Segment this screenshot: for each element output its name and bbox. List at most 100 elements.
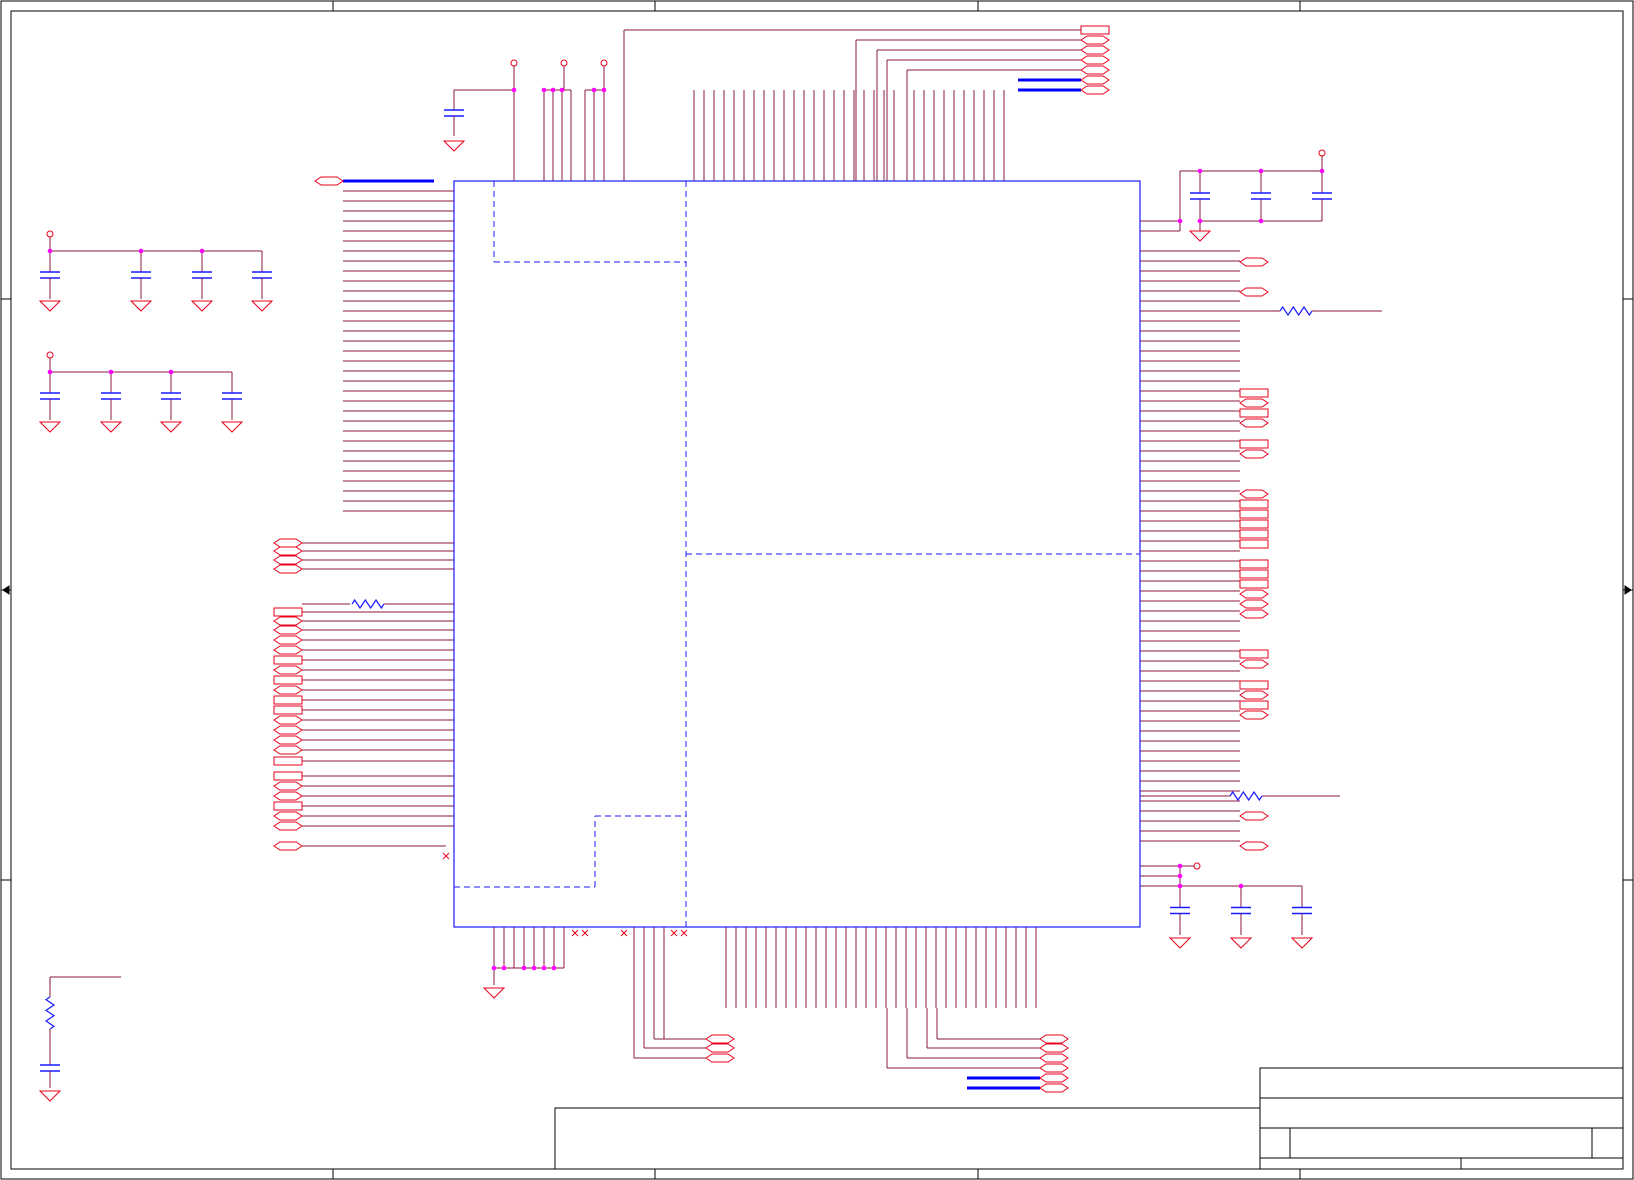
- net-port-icon: [1239, 398, 1269, 408]
- sheet-frame: [0, 0, 1634, 1180]
- ground-icon: [1188, 230, 1212, 242]
- junction-dot: [1177, 883, 1183, 889]
- resistor-icon: [1229, 790, 1263, 802]
- net-port-icon: [1039, 1034, 1069, 1044]
- net-port-icon: [314, 176, 344, 186]
- junction-dot: [521, 965, 527, 971]
- net-port-icon: [273, 655, 303, 665]
- net-port-icon: [273, 781, 303, 791]
- net-port-icon: [1239, 408, 1269, 418]
- power-port-icon: [560, 59, 568, 67]
- net-port-icon: [1239, 287, 1269, 297]
- title-box: [1259, 1067, 1624, 1170]
- ground-icon: [250, 300, 274, 312]
- resistor-icon: [44, 996, 56, 1030]
- net-port-icon: [273, 705, 303, 715]
- net-port-icon: [1239, 449, 1269, 459]
- net-port-icon: [273, 616, 303, 626]
- net-port-icon: [1080, 25, 1110, 35]
- ground-icon: [38, 421, 62, 433]
- net-port-icon: [1239, 649, 1269, 659]
- net-port-icon: [1239, 589, 1269, 599]
- junction-dot: [1177, 863, 1183, 869]
- net-port-icon: [273, 841, 303, 851]
- net-port-icon: [273, 791, 303, 801]
- junction-dot: [559, 87, 565, 93]
- net-port-icon: [1080, 85, 1110, 95]
- net-port-icon: [273, 771, 303, 781]
- net-ports: [273, 25, 1269, 1093]
- schematic-canvas: [0, 0, 1634, 1180]
- net-port-icon: [273, 685, 303, 695]
- net-port-icon: [273, 801, 303, 811]
- power-port-icon: [46, 230, 54, 238]
- resistor-icon: [1279, 305, 1313, 317]
- net-port-icon: [273, 695, 303, 705]
- net-port-icon: [1239, 529, 1269, 539]
- ground-icon: [159, 421, 183, 433]
- net-port-icon: [1239, 539, 1269, 549]
- power-port-icon: [1318, 149, 1326, 157]
- ground-icon: [190, 300, 214, 312]
- net-port-icon: [273, 645, 303, 655]
- inner-border: [10, 10, 1624, 1170]
- net-port-icon: [1239, 499, 1269, 509]
- power-port-icon: [600, 59, 608, 67]
- net-port-icon: [1239, 418, 1269, 428]
- net-port-icon: [273, 555, 303, 565]
- net-port-icon: [273, 665, 303, 675]
- ground-icon: [1229, 937, 1253, 949]
- net-port-icon: [1239, 257, 1269, 267]
- net-port-icon: [1039, 1073, 1069, 1083]
- net-port-icon: [1239, 559, 1269, 569]
- net-port-icon: [273, 625, 303, 635]
- ground-icon: [38, 1090, 62, 1102]
- net-port-icon: [1239, 599, 1269, 609]
- net-port-icon: [1080, 65, 1110, 75]
- net-port-icon: [273, 635, 303, 645]
- net-port-icon: [273, 564, 303, 574]
- junction-dot: [1258, 218, 1264, 224]
- net-port-icon: [1239, 519, 1269, 529]
- net-port-icon: [1239, 680, 1269, 690]
- ground-icon: [482, 987, 506, 999]
- net-port-icon: [1080, 55, 1110, 65]
- net-port-icon: [1239, 439, 1269, 449]
- ground-icon: [38, 300, 62, 312]
- net-port-icon: [1039, 1083, 1069, 1093]
- ground-icon: [442, 140, 466, 152]
- net-port-icon: [1239, 700, 1269, 710]
- center-marker-right: [1624, 585, 1632, 595]
- junction-dots: [47, 87, 1325, 971]
- resistor-icon: [351, 598, 385, 610]
- power-port-icon: [510, 59, 518, 67]
- junction-dot: [138, 248, 144, 254]
- net-port-icon: [273, 675, 303, 685]
- junction-dot: [531, 965, 537, 971]
- junction-dot: [541, 87, 547, 93]
- net-port-icon: [273, 546, 303, 556]
- ground-icon: [129, 300, 153, 312]
- main-ic[interactable]: [453, 180, 1141, 928]
- net-port-icon: [1039, 1053, 1069, 1063]
- junction-dot: [591, 87, 597, 93]
- net-port-icon: [1239, 388, 1269, 398]
- net-port-icon: [1080, 35, 1110, 45]
- junction-dot: [511, 87, 517, 93]
- junction-dot: [550, 87, 556, 93]
- ground-icon: [1290, 937, 1314, 949]
- net-port-icon: [1239, 579, 1269, 589]
- junction-dot: [47, 369, 53, 375]
- junction-dot: [47, 248, 53, 254]
- junction-dot: [1177, 218, 1183, 224]
- notes-box: [554, 1107, 1261, 1170]
- net-port-icon: [705, 1034, 735, 1044]
- title-block: [554, 1067, 1624, 1170]
- net-port-icon: [1080, 45, 1110, 55]
- junction-dot: [491, 965, 497, 971]
- junction-dot: [501, 965, 507, 971]
- net-port-icon: [273, 725, 303, 735]
- junction-dot: [1177, 873, 1183, 879]
- net-port-icon: [705, 1043, 735, 1053]
- junction-dot: [168, 369, 174, 375]
